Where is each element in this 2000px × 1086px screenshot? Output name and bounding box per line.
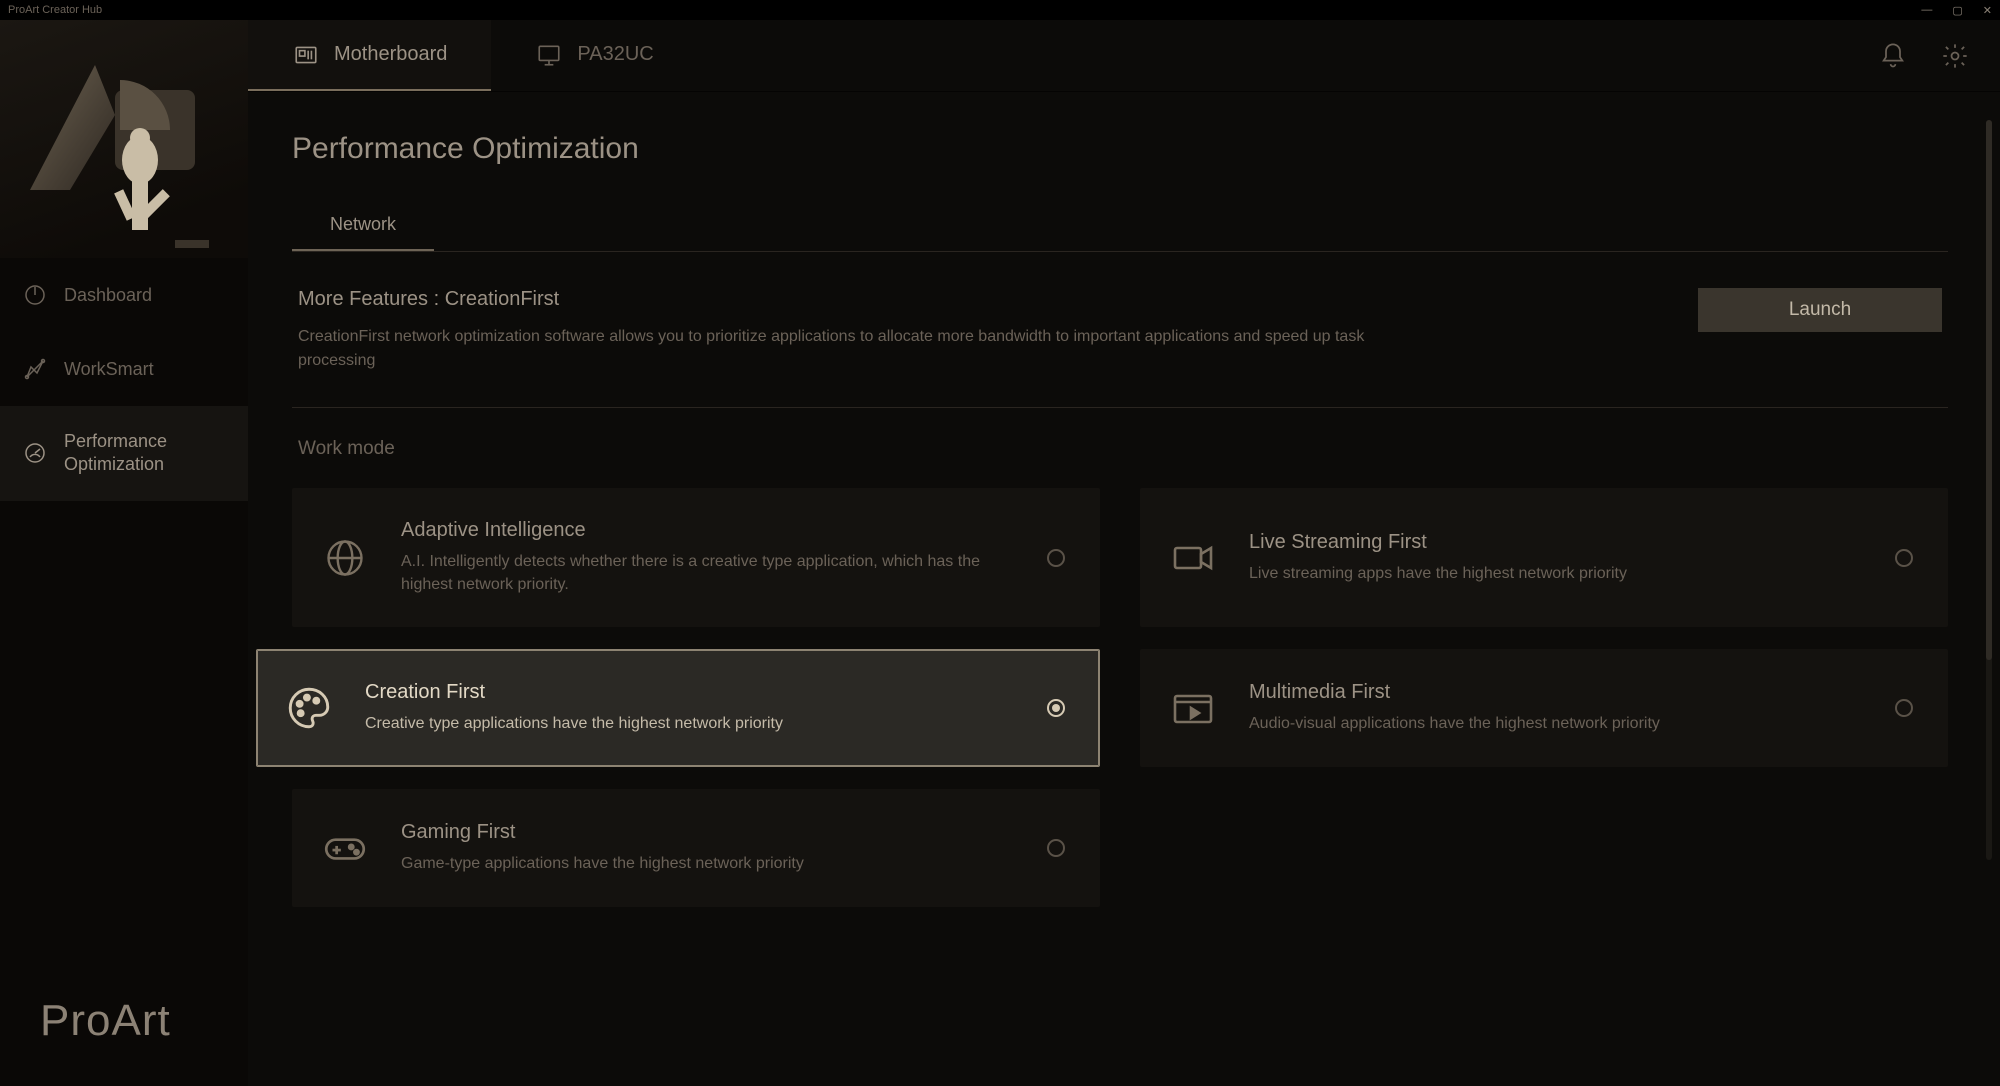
scrollbar-thumb[interactable] [1986, 120, 1992, 660]
globe-icon [317, 530, 373, 586]
sub-tab-network[interactable]: Network [292, 202, 434, 251]
work-mode-grid: Adaptive Intelligence A.I. Intelligently… [292, 488, 1948, 907]
sub-tabs: Network [292, 202, 1948, 252]
mode-text: Live Streaming First Live streaming apps… [1249, 531, 1867, 585]
main-pane: Motherboard PA32UC [248, 20, 2000, 1086]
close-button[interactable]: ✕ [1983, 4, 1992, 17]
minimize-button[interactable]: — [1921, 4, 1932, 17]
mode-text: Creation First Creative type application… [365, 681, 1019, 735]
feature-title: More Features : CreationFirst [298, 288, 1658, 311]
mode-card-multimedia-first[interactable]: Multimedia First Audio-visual applicatio… [1140, 649, 1948, 767]
mode-desc: Live streaming apps have the highest net… [1249, 562, 1867, 585]
feature-section: More Features : CreationFirst CreationFi… [292, 288, 1948, 408]
mode-radio[interactable] [1047, 839, 1065, 857]
mode-card-gaming-first[interactable]: Gaming First Game-type applications have… [292, 789, 1100, 907]
hero-illustration [0, 20, 248, 258]
sidebar-item-worksmart[interactable]: WorkSmart [0, 332, 248, 406]
scrollbar[interactable] [1986, 120, 1992, 860]
app-window: ProArt Creator Hub — ▢ ✕ [0, 0, 2000, 1086]
performance-icon [22, 440, 48, 466]
motherboard-icon [292, 41, 320, 69]
topbar-actions [1876, 20, 1972, 91]
worksmart-icon [22, 356, 48, 382]
monitor-icon [535, 41, 563, 69]
dashboard-icon [22, 282, 48, 308]
mode-desc: Game-type applications have the highest … [401, 852, 1019, 875]
mode-radio[interactable] [1895, 699, 1913, 717]
mode-card-live-streaming-first[interactable]: Live Streaming First Live streaming apps… [1140, 488, 1948, 627]
maximize-button[interactable]: ▢ [1952, 4, 1962, 17]
mode-title: Live Streaming First [1249, 531, 1867, 554]
mode-text: Adaptive Intelligence A.I. Intelligently… [401, 519, 1019, 596]
mode-title: Multimedia First [1249, 681, 1867, 704]
sidebar-item-label: Dashboard [64, 285, 152, 306]
launch-button[interactable]: Launch [1698, 288, 1942, 332]
mode-card-adaptive-intelligence[interactable]: Adaptive Intelligence A.I. Intelligently… [292, 488, 1100, 627]
topbar: Motherboard PA32UC [248, 20, 2000, 92]
sidebar-item-dashboard[interactable]: Dashboard [0, 258, 248, 332]
feature-description: CreationFirst network optimization softw… [298, 325, 1398, 373]
device-tab-label: Motherboard [334, 43, 447, 66]
mode-text: Multimedia First Audio-visual applicatio… [1249, 681, 1867, 735]
mode-title: Adaptive Intelligence [401, 519, 1019, 542]
window-buttons: — ▢ ✕ [1921, 4, 1992, 17]
brand-logo: ProArt [0, 996, 248, 1086]
mode-text: Gaming First Game-type applications have… [401, 821, 1019, 875]
window-title: ProArt Creator Hub [8, 4, 102, 16]
sidebar-nav: Dashboard WorkSmart Performance Optimiza… [0, 258, 248, 501]
sidebar-item-label: WorkSmart [64, 359, 154, 380]
mode-desc: Creative type applications have the high… [365, 712, 1019, 735]
notifications-button[interactable] [1876, 39, 1910, 73]
mode-radio[interactable] [1047, 699, 1065, 717]
page-title: Performance Optimization [292, 132, 1948, 166]
work-mode-label: Work mode [292, 438, 1948, 460]
mode-desc: Audio-visual applications have the highe… [1249, 712, 1867, 735]
device-tabs: Motherboard PA32UC [248, 20, 698, 91]
mode-radio[interactable] [1047, 549, 1065, 567]
sidebar-item-performance-optimization[interactable]: Performance Optimization [0, 406, 248, 501]
window-titlebar: ProArt Creator Hub — ▢ ✕ [0, 0, 2000, 20]
device-tab-monitor[interactable]: PA32UC [491, 20, 697, 91]
device-tab-label: PA32UC [577, 43, 653, 66]
media-player-icon [1165, 680, 1221, 736]
device-tab-motherboard[interactable]: Motherboard [248, 20, 491, 91]
sub-tab-label: Network [330, 214, 396, 234]
feature-text: More Features : CreationFirst CreationFi… [298, 288, 1658, 373]
mode-radio[interactable] [1895, 549, 1913, 567]
mode-desc: A.I. Intelligently detects whether there… [401, 550, 1019, 596]
mode-title: Creation First [365, 681, 1019, 704]
mode-title: Gaming First [401, 821, 1019, 844]
sidebar: Dashboard WorkSmart Performance Optimiza… [0, 20, 248, 1086]
palette-icon [281, 680, 337, 736]
content-area: Performance Optimization Network More Fe… [248, 92, 2000, 1086]
gamepad-icon [317, 820, 373, 876]
sidebar-item-label: Performance Optimization [64, 430, 226, 477]
settings-button[interactable] [1938, 39, 1972, 73]
mode-card-creation-first[interactable]: Creation First Creative type application… [256, 649, 1100, 767]
video-camera-icon [1165, 530, 1221, 586]
